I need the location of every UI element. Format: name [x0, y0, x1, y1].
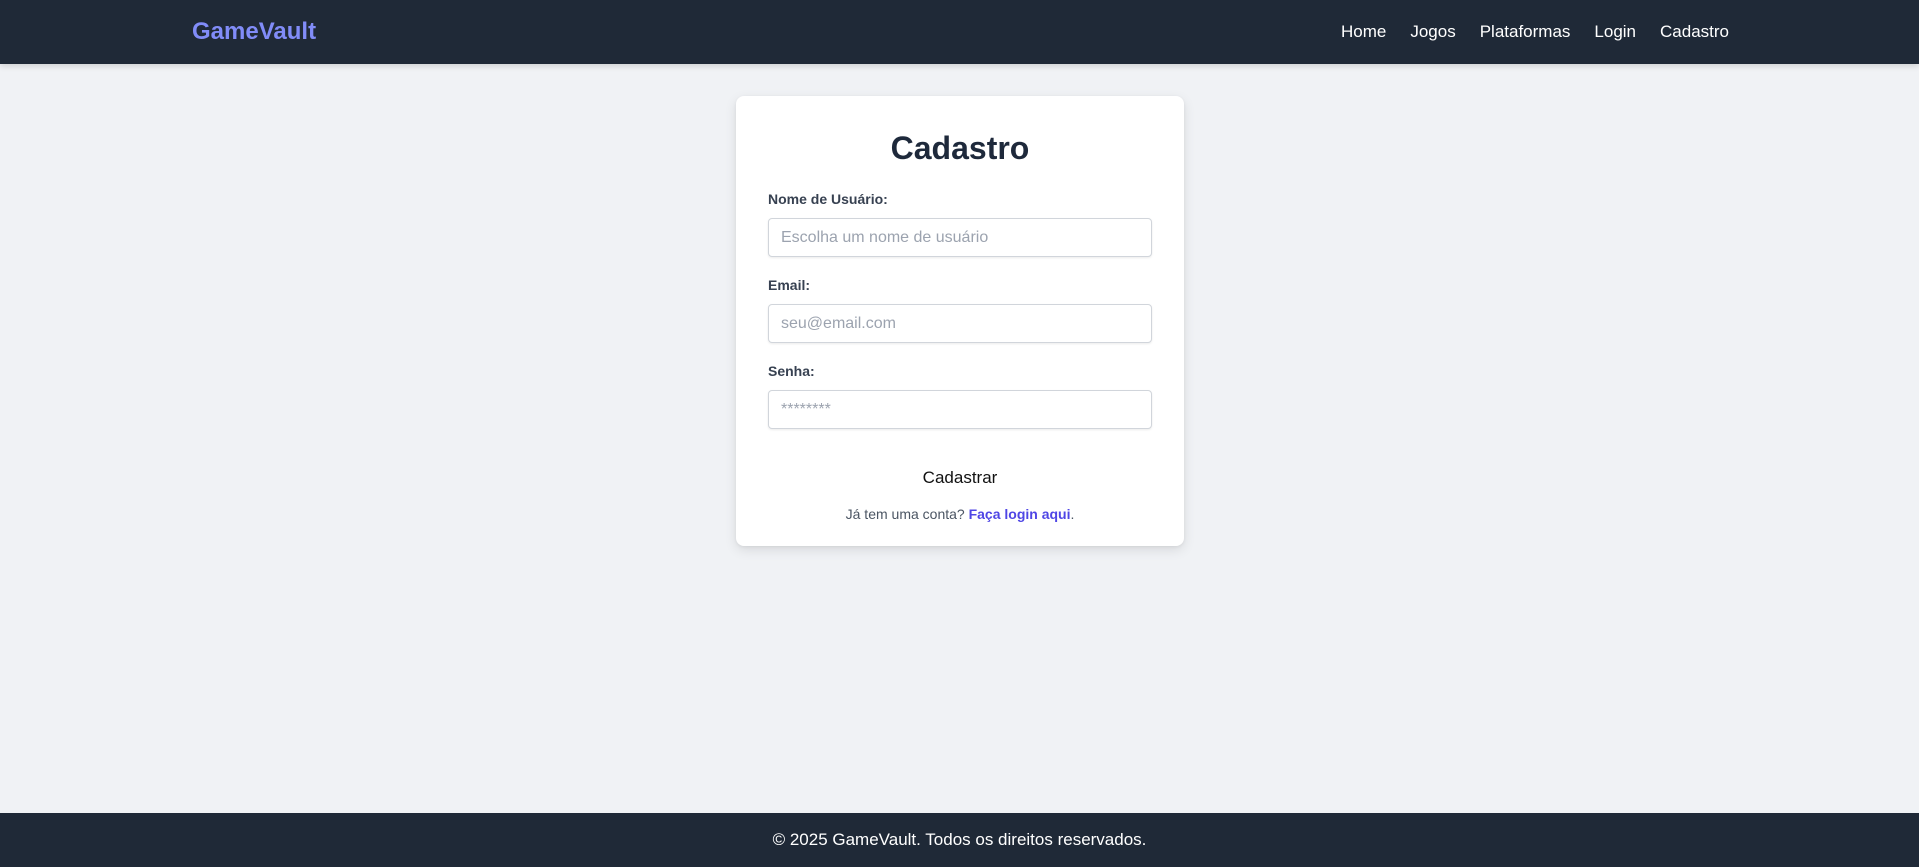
- password-label: Senha:: [768, 363, 815, 379]
- page-title: Cadastro: [890, 130, 1030, 166]
- page: GameVault Home Jogos Plataformas Login C…: [0, 0, 1919, 867]
- username-group: Nome de Usuário:: [768, 190, 1152, 257]
- signup-submit-button[interactable]: Cadastrar: [923, 467, 998, 489]
- nav-link-plataformas[interactable]: Plataformas: [1480, 22, 1571, 42]
- brand-logo[interactable]: GameVault: [192, 0, 316, 64]
- nav-link-login[interactable]: Login: [1594, 22, 1636, 42]
- login-link[interactable]: Faça login aqui: [969, 506, 1071, 522]
- username-input[interactable]: [768, 218, 1152, 257]
- password-group: Senha:: [768, 362, 1152, 429]
- login-prompt: Já tem uma conta? Faça login aqui.: [768, 505, 1152, 523]
- nav-link-cadastro[interactable]: Cadastro: [1660, 22, 1729, 42]
- signup-card: Cadastro Nome de Usuário: Email: Senha: …: [736, 96, 1184, 546]
- password-input[interactable]: [768, 390, 1152, 429]
- nav-link-jogos[interactable]: Jogos: [1410, 22, 1455, 42]
- nav-link-home[interactable]: Home: [1341, 22, 1386, 42]
- nav-links: Home Jogos Plataformas Login Cadastro: [1341, 0, 1729, 64]
- email-input[interactable]: [768, 304, 1152, 343]
- login-prompt-text: Já tem uma conta?: [845, 506, 969, 522]
- login-prompt-suffix: .: [1070, 506, 1075, 522]
- email-group: Email:: [768, 276, 1152, 343]
- username-label: Nome de Usuário:: [768, 191, 888, 207]
- email-label: Email:: [768, 277, 811, 293]
- footer: © 2025 GameVault. Todos os direitos rese…: [0, 813, 1919, 867]
- navbar: GameVault Home Jogos Plataformas Login C…: [0, 0, 1919, 64]
- footer-copyright: © 2025 GameVault. Todos os direitos rese…: [772, 830, 1147, 849]
